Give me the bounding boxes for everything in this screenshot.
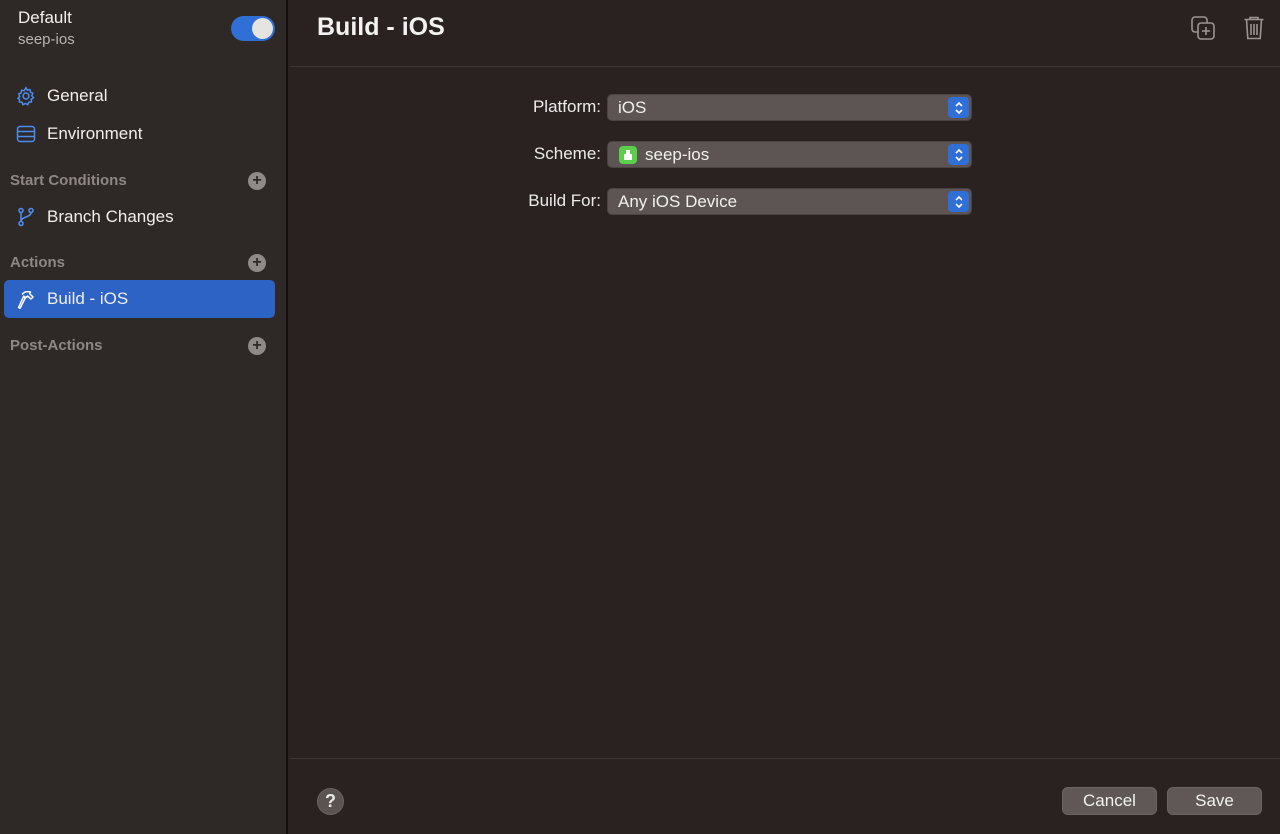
build-for-value: Any iOS Device	[618, 191, 738, 211]
sidebar-item-label: Branch Changes	[47, 207, 174, 226]
sidebar-item-general[interactable]: General	[4, 77, 275, 115]
sidebar-item-build-ios[interactable]: Build - iOS	[4, 280, 275, 318]
sidebar-item-branch-changes[interactable]: Branch Changes	[4, 198, 275, 236]
build-for-row: Build For: Any iOS Device	[290, 188, 1280, 216]
sidebar: Default seep-ios General Environment Sta…	[0, 0, 288, 834]
chevron-updown-icon	[948, 191, 969, 212]
sidebar-item-label: General	[47, 86, 108, 105]
toggle-knob	[252, 18, 273, 39]
branch-icon	[15, 206, 37, 228]
help-button[interactable]: ?	[317, 788, 344, 815]
scheme-label: Scheme:	[533, 144, 601, 163]
chevron-updown-icon	[948, 97, 969, 118]
platform-label: Platform:	[532, 97, 601, 116]
scheme-select[interactable]: seep-ios	[607, 141, 972, 168]
cancel-button[interactable]: Cancel	[1062, 787, 1157, 815]
sidebar-item-label: Build - iOS	[47, 289, 129, 308]
platform-select[interactable]: iOS	[607, 94, 972, 121]
section-post-actions: Post-Actions	[10, 337, 103, 354]
workflow-enabled-toggle[interactable]	[231, 16, 275, 41]
duplicate-icon[interactable]	[1189, 14, 1217, 42]
main-panel: Build - iOS Platform: iOS Scheme: seep-i…	[290, 0, 1280, 834]
save-button[interactable]: Save	[1167, 787, 1262, 815]
sidebar-item-environment[interactable]: Environment	[4, 115, 275, 153]
platform-value: iOS	[618, 97, 647, 117]
build-for-select[interactable]: Any iOS Device	[607, 188, 972, 215]
gear-icon	[15, 85, 37, 107]
footer-divider	[290, 758, 1280, 759]
section-actions: Actions	[10, 254, 66, 271]
environment-icon	[15, 123, 37, 145]
scheme-value: seep-ios	[645, 144, 710, 164]
build-for-label: Build For:	[528, 191, 601, 210]
section-start-conditions: Start Conditions	[10, 172, 127, 189]
platform-row: Platform: iOS	[290, 94, 1280, 122]
sidebar-item-label: Environment	[47, 124, 143, 143]
add-action-button[interactable]: +	[248, 254, 266, 272]
chevron-updown-icon	[948, 144, 969, 165]
hammer-icon	[15, 288, 37, 310]
scheme-row: Scheme: seep-ios	[290, 141, 1280, 169]
workflow-subtitle: seep-ios	[18, 31, 75, 48]
add-post-action-button[interactable]: +	[248, 337, 266, 355]
app-icon	[619, 145, 637, 164]
trash-icon[interactable]	[1240, 14, 1268, 42]
add-start-condition-button[interactable]: +	[248, 172, 266, 190]
page-title: Build - iOS	[317, 13, 445, 41]
header-divider	[290, 66, 1280, 67]
workflow-title: Default	[18, 8, 72, 27]
